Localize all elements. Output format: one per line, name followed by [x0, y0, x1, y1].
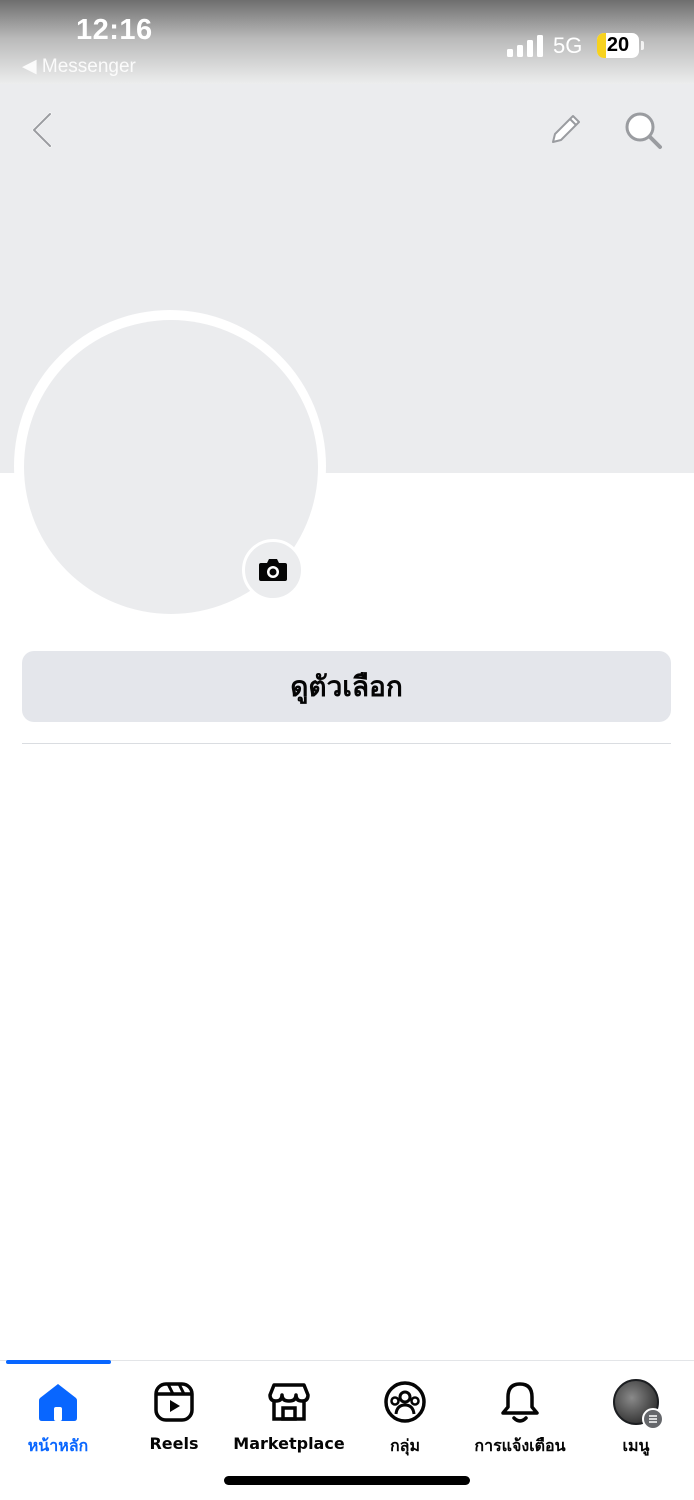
home-icon [39, 1384, 77, 1421]
change-profile-picture-button[interactable] [242, 539, 304, 601]
marketplace-icon [268, 1383, 310, 1421]
signal-icon [507, 35, 543, 57]
menu-lines-icon [642, 1408, 664, 1430]
search-icon [625, 112, 662, 149]
camera-icon [259, 559, 287, 581]
search-button[interactable] [619, 106, 667, 154]
reels-icon [154, 1382, 194, 1422]
menu-avatar [613, 1379, 664, 1430]
nav-groups[interactable]: กลุ่ม [347, 1372, 463, 1458]
battery-icon: 20 [597, 33, 639, 58]
active-tab-indicator [6, 1360, 111, 1364]
back-to-messenger-link[interactable]: ◀ Messenger [22, 55, 136, 78]
battery-tip [641, 41, 644, 50]
nav-menu[interactable]: เมนู [578, 1372, 694, 1458]
back-button[interactable] [18, 106, 66, 154]
see-options-button[interactable]: ดูตัวเลือก [22, 651, 671, 722]
nav-menu-label: เมนู [622, 1436, 650, 1455]
network-type: 5G [553, 33, 583, 58]
home-indicator [224, 1476, 470, 1485]
edit-button[interactable] [541, 106, 589, 154]
nav-notifications[interactable]: การแจ้งเตือน [462, 1372, 578, 1458]
edit-icon [552, 115, 580, 143]
divider [22, 743, 671, 744]
nav-reels[interactable]: Reels [116, 1372, 232, 1458]
back-icon [32, 112, 52, 148]
status-time: 12:16 [76, 14, 153, 46]
bell-icon [501, 1382, 539, 1423]
battery-percent: 20 [606, 34, 630, 56]
nav-home[interactable]: หน้าหลัก [0, 1372, 116, 1458]
groups-icon [384, 1381, 426, 1423]
nav-marketplace[interactable]: Marketplace [231, 1372, 347, 1458]
